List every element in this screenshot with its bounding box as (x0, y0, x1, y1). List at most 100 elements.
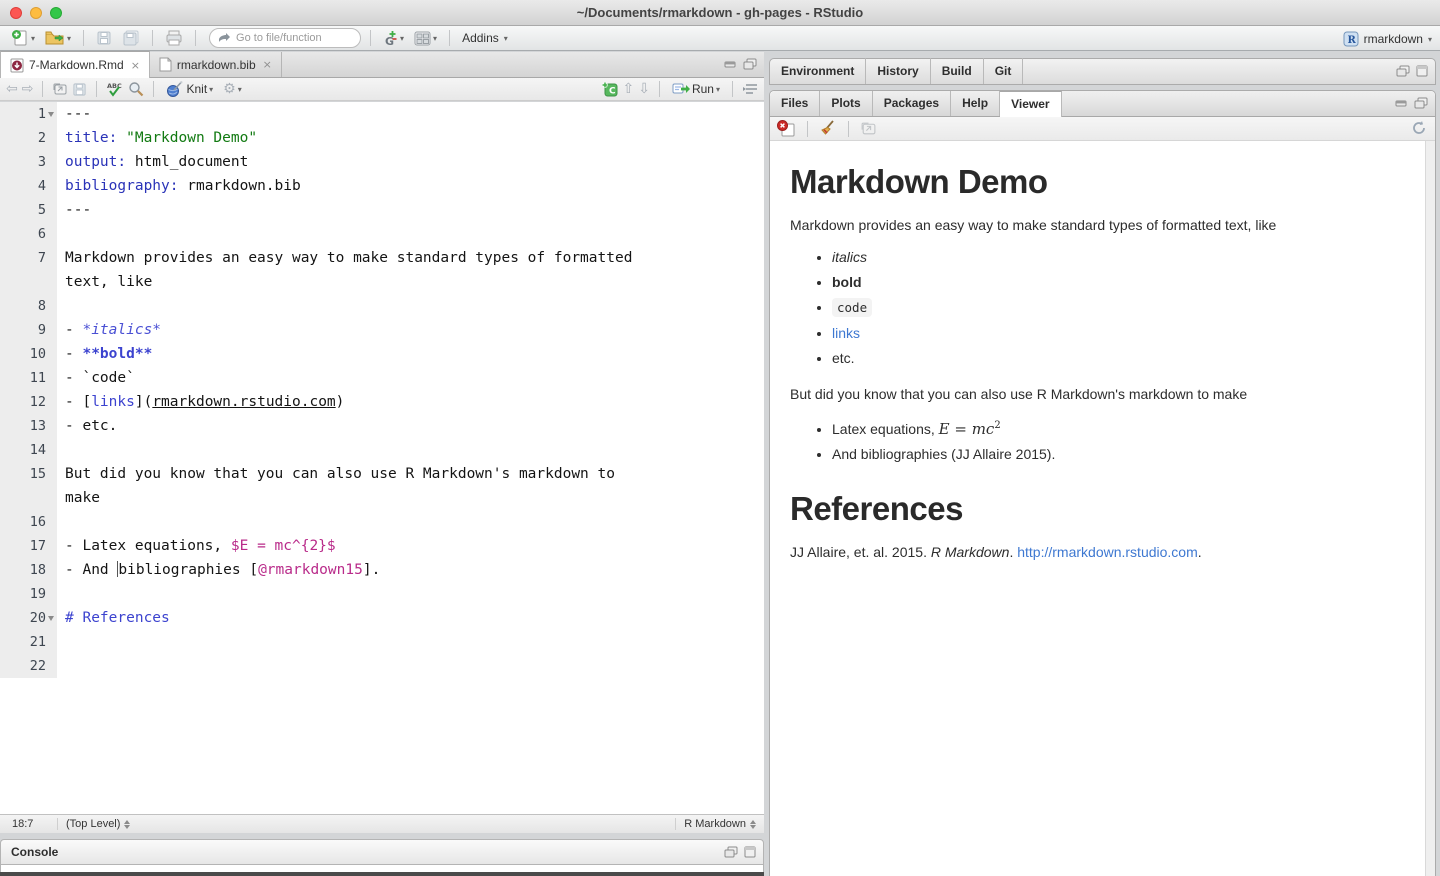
reference-link[interactable]: http://rmarkdown.rstudio.com (1017, 544, 1198, 560)
search-icon[interactable] (128, 81, 144, 97)
tab-viewer[interactable]: Viewer (1000, 91, 1061, 117)
code-row[interactable]: 13- etc. (0, 414, 764, 438)
code-row[interactable]: 21 (0, 630, 764, 654)
addins-button[interactable]: Addins ▾ (459, 28, 511, 48)
code-row[interactable]: 4bibliography: rmarkdown.bib (0, 174, 764, 198)
open-file-button[interactable]: ▾ (42, 28, 74, 48)
restore-pane-icon[interactable] (1396, 65, 1410, 77)
code-row[interactable]: text, like (0, 270, 764, 294)
run-next-icon[interactable]: ⇩ (638, 82, 650, 96)
code-row[interactable]: make (0, 486, 764, 510)
fold-arrow-icon[interactable] (46, 102, 57, 126)
version-control-button[interactable]: G ▾ (380, 28, 407, 48)
console-header[interactable]: Console (0, 839, 764, 865)
tab-build[interactable]: Build (931, 58, 984, 84)
code-row[interactable]: 8 (0, 294, 764, 318)
new-file-caret[interactable]: ▾ (31, 34, 35, 43)
run-button[interactable]: Run ▾ (669, 79, 723, 99)
print-button[interactable] (162, 28, 186, 48)
run-previous-icon[interactable]: ⇧ (623, 82, 635, 96)
forward-icon[interactable]: ⇨ (22, 82, 34, 96)
toolbar-separator (807, 121, 808, 137)
minimize-window-button[interactable] (30, 7, 42, 19)
workspace-panes-button[interactable]: ▾ (411, 28, 440, 48)
close-tab-icon[interactable]: × (131, 59, 140, 72)
open-file-caret[interactable]: ▾ (67, 34, 71, 43)
save-button[interactable] (93, 28, 115, 48)
zoom-window-button[interactable] (50, 7, 62, 19)
knit-caret[interactable]: ▾ (209, 85, 213, 94)
fold-gutter (46, 174, 57, 198)
tab-rmarkdown-bib[interactable]: rmarkdown.bib × (150, 52, 282, 77)
code-row[interactable]: 5--- (0, 198, 764, 222)
code-editor[interactable]: 1---2title: "Markdown Demo"3output: html… (0, 102, 764, 814)
broom-icon[interactable] (819, 120, 837, 137)
code-row[interactable]: 15But did you know that you can also use… (0, 462, 764, 486)
code-row[interactable]: 10- **bold** (0, 342, 764, 366)
open-folder-icon (45, 30, 65, 46)
close-tab-icon[interactable]: × (263, 58, 272, 71)
line-number: 22 (0, 654, 57, 678)
workspace-panes-caret[interactable]: ▾ (433, 34, 437, 43)
code-row[interactable]: 17- Latex equations, $E = mc^{2}$ (0, 534, 764, 558)
save-all-button[interactable] (119, 28, 143, 48)
list-item[interactable]: links (832, 323, 1405, 343)
export-viewer-icon[interactable] (860, 121, 877, 136)
code-row[interactable]: 3output: html_document (0, 150, 764, 174)
filetype-selector[interactable]: R Markdown (675, 818, 764, 830)
code-row[interactable]: 9- *italics* (0, 318, 764, 342)
line-number: 7 (0, 246, 57, 270)
maximize-pane-icon[interactable] (743, 58, 757, 70)
viewer-scrollbar[interactable] (1425, 141, 1435, 876)
rerun-icon[interactable] (742, 83, 758, 95)
version-control-caret[interactable]: ▾ (400, 34, 404, 43)
tab-help[interactable]: Help (951, 91, 1000, 116)
settings-caret[interactable]: ▾ (238, 85, 242, 94)
code-row[interactable]: 1--- (0, 102, 764, 126)
code-row[interactable]: 6 (0, 222, 764, 246)
code-row[interactable]: 2title: "Markdown Demo" (0, 126, 764, 150)
code-row[interactable]: 12- [links](rmarkdown.rstudio.com) (0, 390, 764, 414)
doc-list-formats: italicsboldcodelinksetc. (790, 247, 1405, 368)
goto-file-input[interactable] (236, 32, 346, 44)
code-row[interactable]: 7Markdown provides an easy way to make s… (0, 246, 764, 270)
project-menu-button[interactable]: R rmarkdown ▾ (1343, 29, 1432, 49)
tab-history[interactable]: History (866, 58, 930, 84)
tab-packages[interactable]: Packages (873, 91, 951, 116)
refresh-icon[interactable] (1411, 120, 1427, 136)
goto-file-search[interactable] (209, 28, 361, 48)
tab-git[interactable]: Git (984, 58, 1024, 84)
save-icon[interactable] (72, 82, 87, 97)
clear-viewer-icon[interactable] (777, 120, 796, 137)
popout-window-icon[interactable] (52, 82, 68, 96)
scope-selector[interactable]: (Top Level) (57, 818, 675, 830)
code-row[interactable]: 20# References (0, 606, 764, 630)
insert-chunk-icon[interactable]: C (601, 81, 619, 97)
code-row[interactable]: 11- `code` (0, 366, 764, 390)
tab-7-markdown-rmd[interactable]: 7-Markdown.Rmd × (0, 51, 150, 78)
spellcheck-icon[interactable]: ABC (106, 81, 124, 97)
back-icon[interactable]: ⇦ (6, 82, 18, 96)
maximize-pane-icon[interactable] (744, 846, 756, 858)
restore-pane-icon[interactable] (724, 846, 738, 858)
code-row[interactable]: 14 (0, 438, 764, 462)
editor-settings-button[interactable]: ⚙ ▾ (220, 79, 245, 99)
close-window-button[interactable] (10, 7, 22, 19)
tab-plots[interactable]: Plots (820, 91, 872, 116)
run-caret[interactable]: ▾ (716, 85, 720, 94)
new-file-button[interactable]: ▾ (8, 28, 38, 48)
fold-arrow-icon[interactable] (46, 606, 57, 630)
stepper-icon (124, 820, 130, 829)
code-row[interactable]: 18- And bibliographies [@rmarkdown15]. (0, 558, 764, 582)
tab-environment[interactable]: Environment (770, 58, 866, 84)
tab-files[interactable]: Files (770, 91, 820, 116)
code-row[interactable]: 16 (0, 510, 764, 534)
code-row[interactable]: 19 (0, 582, 764, 606)
knit-button[interactable]: Knit ▾ (163, 79, 216, 99)
minimize-pane-icon[interactable] (724, 59, 737, 69)
maximize-pane-icon[interactable] (1416, 65, 1428, 77)
maximize-pane-icon[interactable] (1414, 97, 1428, 109)
tab-label: rmarkdown.bib (177, 58, 256, 72)
minimize-pane-icon[interactable] (1395, 98, 1408, 108)
code-row[interactable]: 22 (0, 654, 764, 678)
